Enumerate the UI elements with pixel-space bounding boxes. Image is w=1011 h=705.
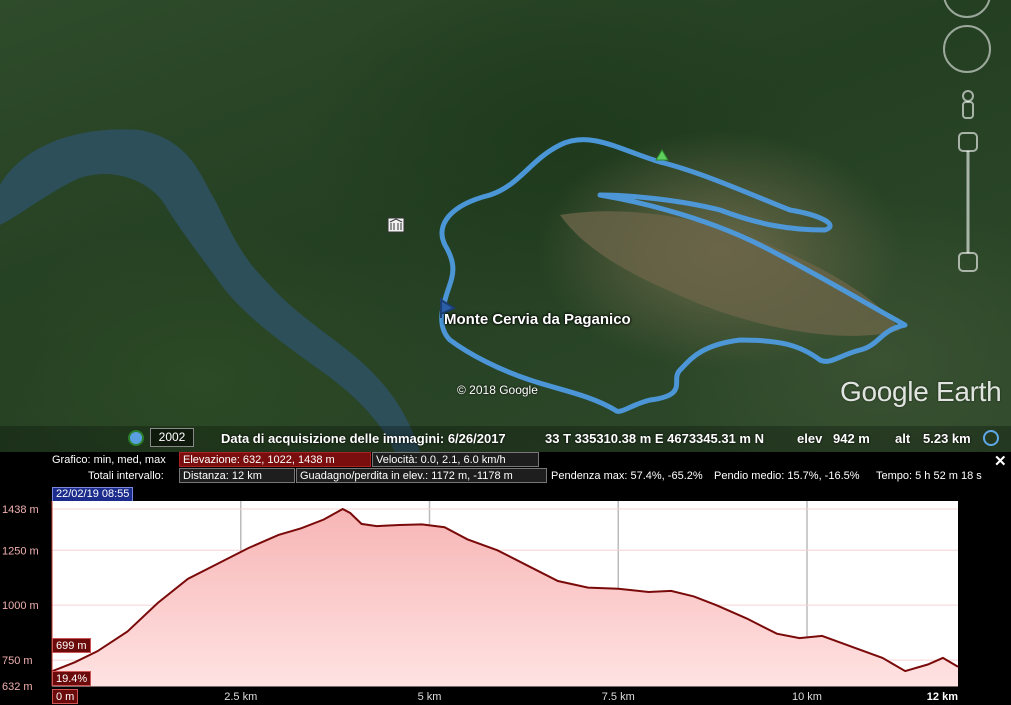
acquisition-date: Data di acquisizione delle immagini: 6/2… — [221, 431, 506, 446]
cursor-elevation-value: 699 m — [52, 638, 91, 653]
track-title[interactable]: Monte Cervia da Paganico — [444, 311, 631, 328]
gain-loss-stat: Guadagno/perdita in elev.: 1172 m, -1178… — [296, 468, 547, 483]
google-earth-logo: Google Earth — [840, 376, 1002, 407]
imagery-year[interactable]: 2002 — [150, 428, 194, 447]
zoom-in-button — [958, 132, 978, 152]
satellite-map[interactable]: Monte Cervia da Paganico © 2018 Google G… — [0, 0, 1011, 452]
y-tick-label: 750 m — [2, 655, 33, 667]
distance-stat: Distanza: 12 km — [179, 468, 295, 483]
graph-label: Grafico: min, med, max — [52, 454, 166, 466]
peak-marker-icon — [655, 149, 669, 161]
copyright-text: © 2018 Google — [457, 383, 538, 397]
avg-slope-stat: Pendio medio: 15.7%, -16.5% — [714, 470, 860, 482]
max-slope-stat: Pendenza max: 57.4%, -65.2% — [551, 470, 703, 482]
zoom-out-button — [958, 252, 978, 272]
close-icon[interactable]: ✕ — [994, 452, 1007, 470]
museum-icon — [387, 217, 405, 233]
elevation-profile-panel: Grafico: min, med, max Elevazione: 632, … — [0, 452, 1011, 705]
elev-label: elev — [797, 431, 823, 446]
historical-imagery-clock-icon[interactable] — [128, 430, 144, 446]
elevation-stat[interactable]: Elevazione: 632, 1022, 1438 m — [179, 452, 371, 467]
cursor-slope-value: 19.4% — [52, 671, 92, 686]
streaming-status-icon — [983, 430, 999, 446]
zoom-slider[interactable] — [955, 88, 981, 278]
coordinates: 33 T 335310.38 m E 4673345.31 m N — [545, 431, 764, 446]
google-earth-window: Monte Cervia da Paganico © 2018 Google G… — [0, 0, 1011, 705]
y-tick-label: 1250 m — [2, 545, 39, 557]
alt-value: 5.23 km — [923, 431, 971, 446]
x-tick-label: 7.5 km — [602, 691, 635, 703]
street-view-icon — [962, 90, 974, 102]
x-tick-label: 5 km — [418, 691, 442, 703]
totals-label: Totali intervallo: — [88, 470, 164, 482]
move-control[interactable] — [943, 25, 991, 73]
y-tick-label: 1438 m — [2, 504, 39, 516]
track-date: 22/02/19 08:55 — [52, 487, 134, 502]
alt-label: alt — [895, 431, 911, 446]
x-tick-label: 2.5 km — [224, 691, 257, 703]
x-end-label: 12 km — [927, 691, 958, 703]
y-tick-label: 1000 m — [2, 600, 39, 612]
x-tick-label: 10 km — [792, 691, 822, 703]
lake — [0, 129, 420, 452]
cursor-distance-value: 0 m — [52, 689, 79, 704]
elev-value: 942 m — [833, 431, 870, 446]
time-stat: Tempo: 5 h 52 m 18 s — [876, 470, 982, 482]
y-tick-label: 632 m — [2, 681, 33, 693]
speed-stat[interactable]: Velocità: 0.0, 2.1, 6.0 km/h — [372, 452, 539, 467]
elevation-chart[interactable]: 1438 m 1250 m 1000 m 750 m 632 m 2.5 km 5 km 7.… — [0, 501, 1011, 705]
